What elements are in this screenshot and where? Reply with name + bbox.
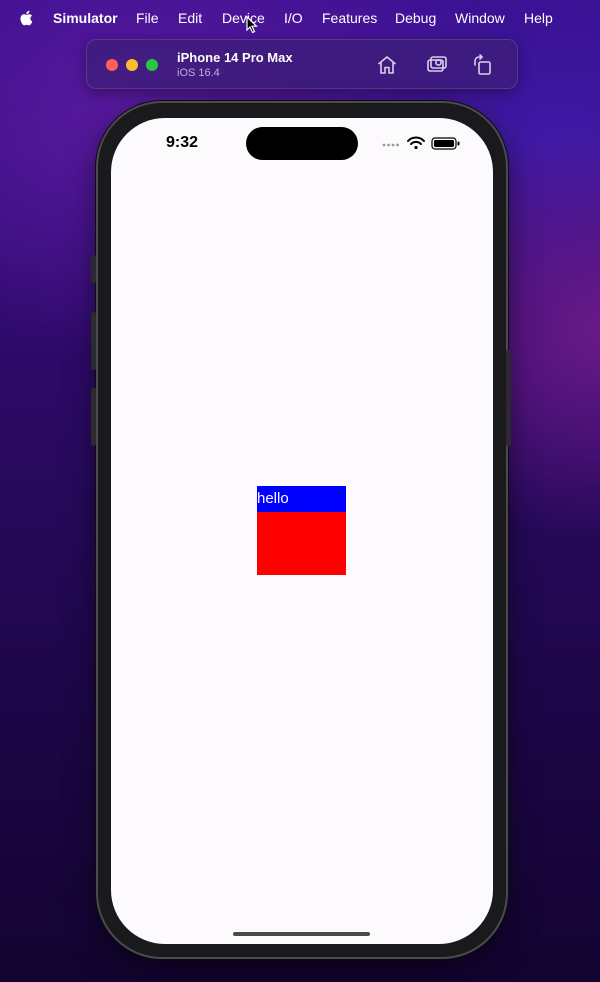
volume-down-button[interactable] bbox=[91, 388, 96, 446]
menu-features[interactable]: Features bbox=[322, 10, 377, 26]
simulator-toolbar: iPhone 14 Pro Max iOS 16.4 bbox=[86, 39, 518, 89]
home-icon bbox=[377, 56, 397, 74]
os-version: iOS 16.4 bbox=[177, 67, 220, 79]
volume-up-button[interactable] bbox=[91, 312, 96, 370]
mouse-cursor-icon bbox=[246, 16, 258, 34]
minimize-window-button[interactable] bbox=[126, 59, 138, 71]
home-button[interactable] bbox=[375, 53, 399, 77]
wifi-icon bbox=[407, 136, 425, 150]
status-time: 9:32 bbox=[166, 134, 199, 151]
red-box: hello bbox=[257, 486, 346, 575]
power-button[interactable] bbox=[506, 350, 511, 446]
apple-menu-icon[interactable] bbox=[19, 10, 33, 26]
screenshot-icon bbox=[427, 56, 447, 72]
menu-window[interactable]: Window bbox=[455, 10, 505, 26]
screenshot-button[interactable] bbox=[425, 53, 449, 77]
menu-app-simulator[interactable]: Simulator bbox=[53, 10, 118, 26]
close-window-button[interactable] bbox=[106, 59, 118, 71]
rotate-button[interactable] bbox=[471, 53, 495, 77]
device-screen[interactable]: 9:32 hello bbox=[111, 118, 493, 944]
dynamic-island bbox=[246, 127, 358, 160]
rotate-icon bbox=[474, 54, 491, 75]
home-indicator[interactable] bbox=[233, 932, 370, 936]
menu-io[interactable]: I/O bbox=[284, 10, 303, 26]
zoom-window-button[interactable] bbox=[146, 59, 158, 71]
menu-edit[interactable]: Edit bbox=[178, 10, 202, 26]
device-name: iPhone 14 Pro Max bbox=[177, 50, 293, 65]
action-button[interactable] bbox=[91, 255, 96, 283]
menu-debug[interactable]: Debug bbox=[395, 10, 436, 26]
menu-file[interactable]: File bbox=[136, 10, 159, 26]
menu-help[interactable]: Help bbox=[524, 10, 553, 26]
hello-label: hello bbox=[257, 486, 346, 512]
battery-icon bbox=[431, 137, 460, 150]
menu-device[interactable]: Device bbox=[222, 10, 265, 26]
menu-bar: Simulator File Edit Device I/O Features … bbox=[0, 0, 600, 37]
signal-dots-icon bbox=[382, 143, 399, 147]
status-bar-icons bbox=[382, 136, 460, 150]
